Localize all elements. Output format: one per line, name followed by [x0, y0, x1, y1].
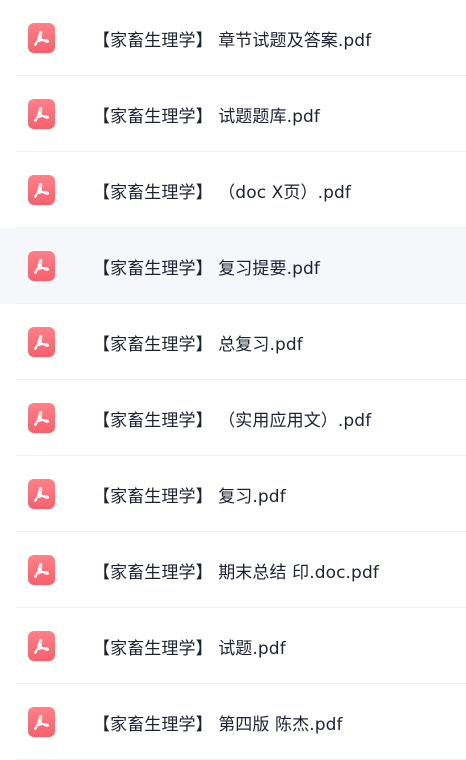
file-name: 【家畜生理学】 试题.pdf [93, 638, 286, 659]
file-name: 【家畜生理学】 试题题库.pdf [93, 106, 320, 127]
file-name: 【家畜生理学】 （实用应用文）.pdf [93, 410, 372, 431]
pdf-icon [28, 403, 55, 433]
file-row-7[interactable]: 【家畜生理学】 复习.pdf [0, 456, 466, 532]
pdf-icon [28, 707, 55, 737]
pdf-icon [28, 99, 55, 129]
file-name: 【家畜生理学】 章节试题及答案.pdf [93, 30, 372, 51]
file-row-2[interactable]: 【家畜生理学】 试题题库.pdf [0, 76, 466, 152]
file-row-10[interactable]: 【家畜生理学】 第四版 陈杰.pdf [0, 684, 466, 760]
pdf-icon [28, 555, 55, 585]
file-name: 【家畜生理学】 期末总结 印.doc.pdf [93, 562, 379, 583]
file-row-3[interactable]: 【家畜生理学】 （doc X页）.pdf [0, 152, 466, 228]
file-row-8[interactable]: 【家畜生理学】 期末总结 印.doc.pdf [0, 532, 466, 608]
pdf-icon [28, 251, 55, 281]
file-row-6[interactable]: 【家畜生理学】 （实用应用文）.pdf [0, 380, 466, 456]
file-row-5[interactable]: 【家畜生理学】 总复习.pdf [0, 304, 466, 380]
file-row-1[interactable]: 【家畜生理学】 章节试题及答案.pdf [0, 0, 466, 76]
pdf-icon [28, 23, 55, 53]
file-name: 【家畜生理学】 第四版 陈杰.pdf [93, 714, 343, 735]
pdf-icon [28, 327, 55, 357]
file-name: 【家畜生理学】 复习提要.pdf [93, 258, 320, 279]
pdf-icon [28, 175, 55, 205]
file-row-4[interactable]: 【家畜生理学】 复习提要.pdf [0, 228, 466, 304]
file-row-9[interactable]: 【家畜生理学】 试题.pdf [0, 608, 466, 684]
file-name: 【家畜生理学】 复习.pdf [93, 486, 286, 507]
pdf-icon [28, 631, 55, 661]
file-list: 【家畜生理学】 章节试题及答案.pdf 【家畜生理学】 试题题库.pdf 【家畜… [0, 0, 466, 760]
pdf-icon [28, 479, 55, 509]
file-name: 【家畜生理学】 总复习.pdf [93, 334, 303, 355]
file-name: 【家畜生理学】 （doc X页）.pdf [93, 182, 351, 203]
